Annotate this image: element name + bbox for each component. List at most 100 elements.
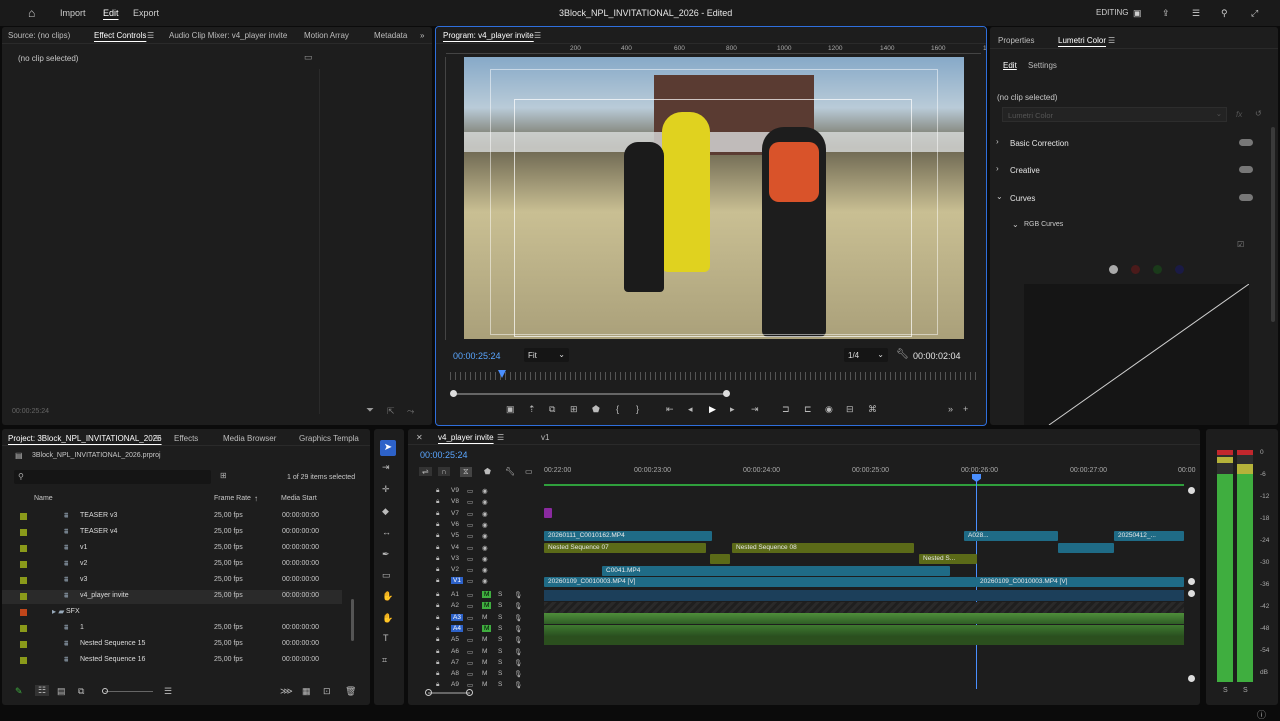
expand-icon[interactable]: ⤢ <box>1251 8 1258 19</box>
lock-icon[interactable]: 🔒︎ <box>436 510 439 518</box>
more-tabs-icon[interactable]: » <box>420 31 424 40</box>
lock-icon[interactable]: 🔒︎ <box>436 602 439 610</box>
menu-edit[interactable]: Edit <box>103 8 119 18</box>
col-name[interactable]: Name <box>34 495 53 502</box>
label-color-icon[interactable] <box>20 561 27 568</box>
menu-export[interactable]: Export <box>133 8 159 18</box>
audio-track-header[interactable]: 🔒︎ A5 ▭ M S 🎙︎ <box>436 636 541 646</box>
marker-icon[interactable]: ⬟ <box>592 404 600 415</box>
mute-icon[interactable]: M <box>482 624 492 632</box>
sync-icon[interactable]: ▭ <box>467 636 473 644</box>
tab-project[interactable]: Project: 3Block_NPL_INVITATIONAL_2026 <box>8 434 162 443</box>
nest-icon[interactable]: ⇌ <box>419 467 432 476</box>
audio-clip-a1[interactable] <box>544 590 1184 601</box>
audio-track-header[interactable]: 🔒︎ A9 ▭ M S 🎙︎ <box>436 681 541 691</box>
slip-icon[interactable]: ↔ <box>382 527 391 537</box>
eye-icon[interactable]: ◉ <box>482 498 488 506</box>
mute-icon[interactable]: M <box>482 681 487 688</box>
lock-icon[interactable]: 🔒︎ <box>436 614 439 622</box>
mic-icon[interactable]: 🎙︎ <box>514 659 522 667</box>
lock-icon[interactable]: 🔒︎ <box>436 681 439 689</box>
workspace-label[interactable]: EDITING <box>1096 8 1128 17</box>
new-item-icon[interactable]: ⊡ <box>323 686 331 697</box>
col-media-start[interactable]: Media Start <box>281 495 317 502</box>
label-color-icon[interactable] <box>20 657 27 664</box>
sync-icon[interactable]: ▭ <box>467 566 473 574</box>
lock-icon[interactable]: 🔒︎ <box>436 487 439 495</box>
sync-icon[interactable]: ▭ <box>467 510 473 518</box>
linked-icon[interactable]: ⧖ <box>460 467 472 477</box>
mic-icon[interactable]: 🎙︎ <box>514 591 522 599</box>
fit-dropdown[interactable]: Fit ⌄ <box>524 348 569 362</box>
clip-v5-c[interactable]: 20250412_... <box>1114 531 1184 541</box>
tab-effects[interactable]: Effects <box>174 434 198 443</box>
toggle-icon[interactable] <box>1239 194 1253 201</box>
eye-icon[interactable]: ◉ <box>482 510 488 518</box>
pencil-icon[interactable]: ✎ <box>15 686 23 697</box>
tab-source[interactable]: Source: (no clips) <box>8 31 70 40</box>
lock-icon[interactable]: 🔒︎ <box>436 636 439 644</box>
sync-icon[interactable]: ▭ <box>467 602 473 610</box>
section-creative[interactable]: › Creative <box>996 164 1266 180</box>
red-channel-dot[interactable] <box>1131 265 1140 274</box>
video-track-header[interactable]: 🔒︎ V7 ▭ ◉ <box>436 510 541 520</box>
solo-icon[interactable]: S <box>498 648 502 655</box>
mic-icon[interactable]: 🎙︎ <box>514 602 522 610</box>
audio-clip-a5[interactable] <box>544 636 1184 645</box>
sync-icon[interactable]: ▭ <box>467 625 473 633</box>
tab-effect-controls[interactable]: Effect Controls <box>94 31 146 40</box>
mic-icon[interactable]: 🎙︎ <box>514 614 522 622</box>
blue-channel-dot[interactable] <box>1175 265 1184 274</box>
mic-icon[interactable]: 🎙︎ <box>514 625 522 633</box>
project-scrollbar[interactable] <box>351 599 354 641</box>
type-tool-icon[interactable]: T <box>383 633 389 643</box>
lock-icon[interactable]: 🔒︎ <box>436 566 439 574</box>
video-track-header[interactable]: 🔒︎ V3 ▭ ◉ <box>436 555 541 565</box>
eye-icon[interactable]: ◉ <box>482 555 488 563</box>
tab-sequence-v4[interactable]: v4_player invite <box>438 433 494 442</box>
audio-clip-a3[interactable] <box>544 613 1184 624</box>
audio-track-header[interactable]: 🔒︎ A2 ▭ M S 🎙︎ <box>436 602 541 612</box>
insert-icon[interactable]: ⊐ <box>782 404 790 415</box>
audio-track-header[interactable]: 🔒︎ A6 ▭ M S 🎙︎ <box>436 648 541 658</box>
captions-icon[interactable]: ▭ <box>525 467 533 476</box>
solo-icon[interactable]: S <box>498 591 502 598</box>
list-item[interactable]: ⩩ Nested Sequence 16 25,00 fps 00:00:00:00 <box>2 654 342 668</box>
lock-icon[interactable]: 🔒︎ <box>436 532 439 540</box>
list-item[interactable]: ⩩ TEASER v4 25,00 fps 00:00:00:00 <box>2 526 342 540</box>
mic-icon[interactable]: 🎙︎ <box>514 670 522 678</box>
sync-icon[interactable]: ▭ <box>467 577 473 585</box>
clip-v3-b[interactable]: Nested S... <box>919 554 977 564</box>
solo-icon[interactable]: S <box>498 625 502 632</box>
rgb-curves-header[interactable]: ⌄ RGB Curves <box>1012 220 1112 234</box>
filter-icon[interactable]: ⏷ <box>366 405 374 416</box>
video-track-header[interactable]: 🔒︎ V8 ▭ ◉ <box>436 498 541 508</box>
timeline-menu-icon[interactable]: ☰ <box>497 433 504 442</box>
clip-v5-a[interactable]: 20260111_C0010162.MP4 <box>544 531 712 541</box>
list-item[interactable]: ▸ ▰ SFX <box>2 606 342 620</box>
sync-icon[interactable]: ▭ <box>467 521 473 529</box>
new-bin-icon[interactable]: ⊞ <box>220 471 227 480</box>
menu-import[interactable]: Import <box>60 8 86 18</box>
timeline-timecode[interactable]: 00:00:25:24 <box>420 450 468 460</box>
zoom-handle-left[interactable] <box>450 390 457 397</box>
solo-right[interactable]: S <box>1243 687 1248 694</box>
mic-icon[interactable]: 🎙︎ <box>514 681 522 689</box>
project-search-input[interactable]: ⚲ <box>14 470 211 484</box>
tab-audio-mixer[interactable]: Audio Clip Mixer: v4_player invite <box>169 31 287 40</box>
solo-icon[interactable]: S <box>498 602 502 609</box>
eye-icon[interactable]: ◉ <box>482 487 488 495</box>
eye-icon[interactable]: ◉ <box>482 566 488 574</box>
sync-icon[interactable]: ▭ <box>467 544 473 552</box>
sync-icon[interactable]: ▭ <box>467 591 473 599</box>
menu-icon[interactable]: ☰ <box>1192 8 1200 19</box>
label-color-icon[interactable] <box>20 545 27 552</box>
list-item[interactable]: ⩩ 1 25,00 fps 00:00:00:00 <box>2 622 342 636</box>
delete-icon[interactable]: 🗑︎ <box>345 686 356 697</box>
home-icon[interactable]: ⌂ <box>28 6 35 20</box>
checkbox-icon[interactable]: ☑ <box>1237 240 1244 249</box>
eye-icon[interactable]: ◉ <box>482 521 488 529</box>
close-icon[interactable]: ✕ <box>416 433 423 442</box>
razor-icon[interactable]: ◆ <box>382 506 389 517</box>
tab-program[interactable]: Program: v4_player invite <box>443 31 534 40</box>
